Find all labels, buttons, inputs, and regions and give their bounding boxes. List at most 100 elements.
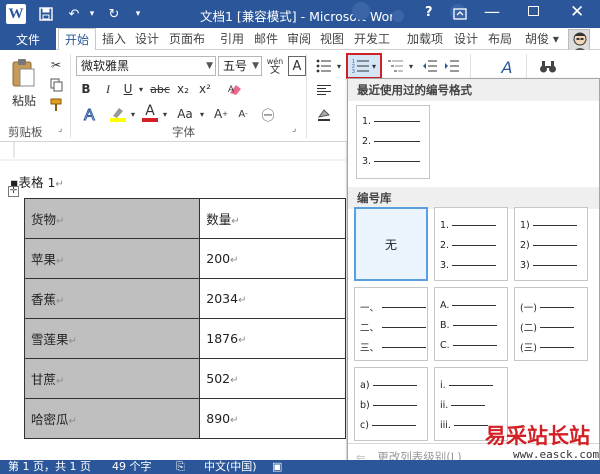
avatar[interactable]: [568, 29, 590, 51]
format-painter-icon[interactable]: [46, 96, 66, 114]
tab-page-layout[interactable]: 页面布: [163, 28, 211, 50]
maximize-icon[interactable]: [528, 6, 539, 16]
numbering-format-tile[interactable]: 1. 2. 3.: [434, 207, 508, 281]
ribbon-options-icon[interactable]: [450, 4, 470, 24]
char-border-button[interactable]: A: [288, 56, 306, 76]
superscript-button[interactable]: x²: [196, 80, 214, 98]
language-status[interactable]: 中文(中国): [204, 460, 257, 474]
word-app-icon[interactable]: W: [6, 4, 26, 24]
close-icon[interactable]: ✕: [570, 2, 584, 22]
phonetic-guide-button[interactable]: wén 文: [266, 56, 284, 76]
table-row: 哈密瓜↵ 890↵: [23, 398, 346, 439]
find-binoculars-icon[interactable]: [536, 56, 560, 78]
list-item: iii.: [440, 420, 488, 431]
recent-numbering-tile[interactable]: 1. 2. 3.: [356, 105, 430, 179]
shading-icon[interactable]: [314, 104, 334, 124]
tab-home[interactable]: 开始: [58, 28, 96, 51]
subscript-button[interactable]: x₂: [174, 80, 192, 98]
chevron-down-icon[interactable]: ▼: [206, 57, 213, 75]
undo-icon[interactable]: ↶: [64, 4, 84, 24]
font-size-combo[interactable]: 五号 ▼: [218, 56, 262, 76]
table-cell[interactable]: 哈密瓜↵: [23, 398, 201, 439]
styles-button[interactable]: A: [496, 56, 518, 78]
tab-file[interactable]: 文件: [0, 28, 56, 50]
grow-font-icon[interactable]: A +: [212, 104, 230, 124]
multilevel-list-icon[interactable]: [386, 56, 406, 76]
tab-addins[interactable]: 加载项: [403, 28, 447, 50]
text-effects-icon[interactable]: A: [80, 104, 102, 124]
chevron-down-icon[interactable]: ▾: [407, 56, 415, 76]
underline-button[interactable]: U: [120, 80, 136, 98]
font-color-button[interactable]: A: [140, 102, 160, 124]
table-cell[interactable]: 苹果↵: [23, 238, 201, 279]
increase-indent-icon[interactable]: [442, 56, 462, 76]
save-icon[interactable]: [36, 4, 56, 24]
numbering-format-tile[interactable]: A. B. C.: [434, 287, 508, 361]
table-cell[interactable]: 货物↵: [23, 198, 201, 239]
tab-design[interactable]: 设计: [131, 28, 163, 50]
numbering-format-tile[interactable]: a) b) c): [354, 367, 428, 441]
tab-mailings[interactable]: 邮件: [250, 28, 282, 50]
cell-text: 890: [206, 411, 231, 426]
tab-view[interactable]: 视图: [316, 28, 348, 50]
chevron-down-icon[interactable]: ▾: [137, 80, 145, 98]
help-button[interactable]: ?: [425, 5, 433, 20]
page-count[interactable]: 第 1 页，共 1 页: [8, 460, 91, 474]
proofing-icon[interactable]: ⎘: [176, 460, 185, 474]
document-page[interactable]: ▪表格 1↵ ✛ 货物↵ 数量↵ 苹果↵ 200↵ 香蕉↵ 2034↵ 雪莲果↵ 1876↵ 甘…: [0, 142, 346, 460]
change-case-button[interactable]: Aa: [172, 104, 198, 124]
tab-developer[interactable]: 开发工: [349, 28, 395, 50]
user-account[interactable]: 胡俊 ▾: [525, 28, 559, 50]
clipboard-launcher-icon[interactable]: ⌟: [58, 124, 62, 134]
chevron-down-icon[interactable]: ▼: [252, 57, 259, 75]
table-cell[interactable]: 200↵: [199, 238, 346, 279]
highlight-color-icon[interactable]: [108, 104, 128, 124]
italic-button[interactable]: I: [100, 80, 116, 98]
table-cell[interactable]: 1876↵: [199, 318, 346, 359]
paste-icon[interactable]: [8, 56, 38, 90]
table-cell[interactable]: 雪莲果↵: [23, 318, 201, 359]
cell-text: 香蕉: [31, 292, 57, 307]
table-move-handle[interactable]: ✛: [8, 186, 19, 197]
font-launcher-icon[interactable]: ⌟: [292, 124, 296, 134]
copy-icon[interactable]: [46, 76, 66, 94]
table-cell[interactable]: 890↵: [199, 398, 346, 439]
table-cell[interactable]: 香蕉↵: [23, 278, 201, 319]
numbering-format-tile[interactable]: 1) 2) 3): [514, 207, 588, 281]
table-cell[interactable]: 数量↵: [199, 198, 346, 239]
numbering-none-tile[interactable]: 无: [354, 207, 428, 281]
table-cell[interactable]: 甘蔗↵: [23, 358, 201, 399]
table-cell[interactable]: 2034↵: [199, 278, 346, 319]
strikethrough-button[interactable]: abc: [148, 80, 172, 98]
bold-button[interactable]: B: [78, 80, 94, 98]
bullets-icon[interactable]: [314, 56, 334, 76]
chevron-down-icon[interactable]: ▾: [335, 56, 343, 76]
table-cell[interactable]: 502↵: [199, 358, 346, 399]
paste-button[interactable]: 粘贴: [12, 92, 36, 109]
customize-toolbar-icon[interactable]: ▾: [128, 4, 148, 24]
minimize-icon[interactable]: —: [484, 2, 500, 21]
numbering-button[interactable]: 123 ▾: [346, 53, 382, 79]
cell-text: 甘蔗: [31, 372, 57, 387]
redo-icon[interactable]: ↻: [104, 4, 124, 24]
clear-formatting-icon[interactable]: A: [226, 80, 244, 98]
chevron-down-icon[interactable]: ▾: [129, 104, 137, 124]
enclose-char-icon[interactable]: ㊀: [258, 104, 278, 124]
align-left-icon[interactable]: [314, 80, 334, 100]
macro-record-icon[interactable]: ▣: [272, 460, 282, 474]
font-name-combo[interactable]: 微软雅黑 ▼: [76, 56, 216, 76]
cut-icon[interactable]: ✂: [46, 56, 66, 74]
numbering-format-tile[interactable]: 一、 二、 三、: [354, 287, 428, 361]
tab-table-design[interactable]: 设计: [450, 28, 482, 50]
numbering-format-tile[interactable]: (一) (二) (三): [514, 287, 588, 361]
tab-insert[interactable]: 插入: [97, 28, 131, 50]
chevron-down-icon[interactable]: ▾: [161, 104, 169, 124]
tab-table-layout[interactable]: 布局: [484, 28, 516, 50]
chevron-down-icon[interactable]: ▾: [198, 104, 206, 124]
decrease-indent-icon[interactable]: [420, 56, 440, 76]
tab-review[interactable]: 审阅: [283, 28, 315, 50]
shrink-font-icon[interactable]: A-: [234, 104, 252, 124]
undo-dropdown-icon[interactable]: ▾: [82, 4, 102, 24]
word-count[interactable]: 49 个字: [112, 460, 152, 474]
tab-references[interactable]: 引用: [216, 28, 248, 50]
